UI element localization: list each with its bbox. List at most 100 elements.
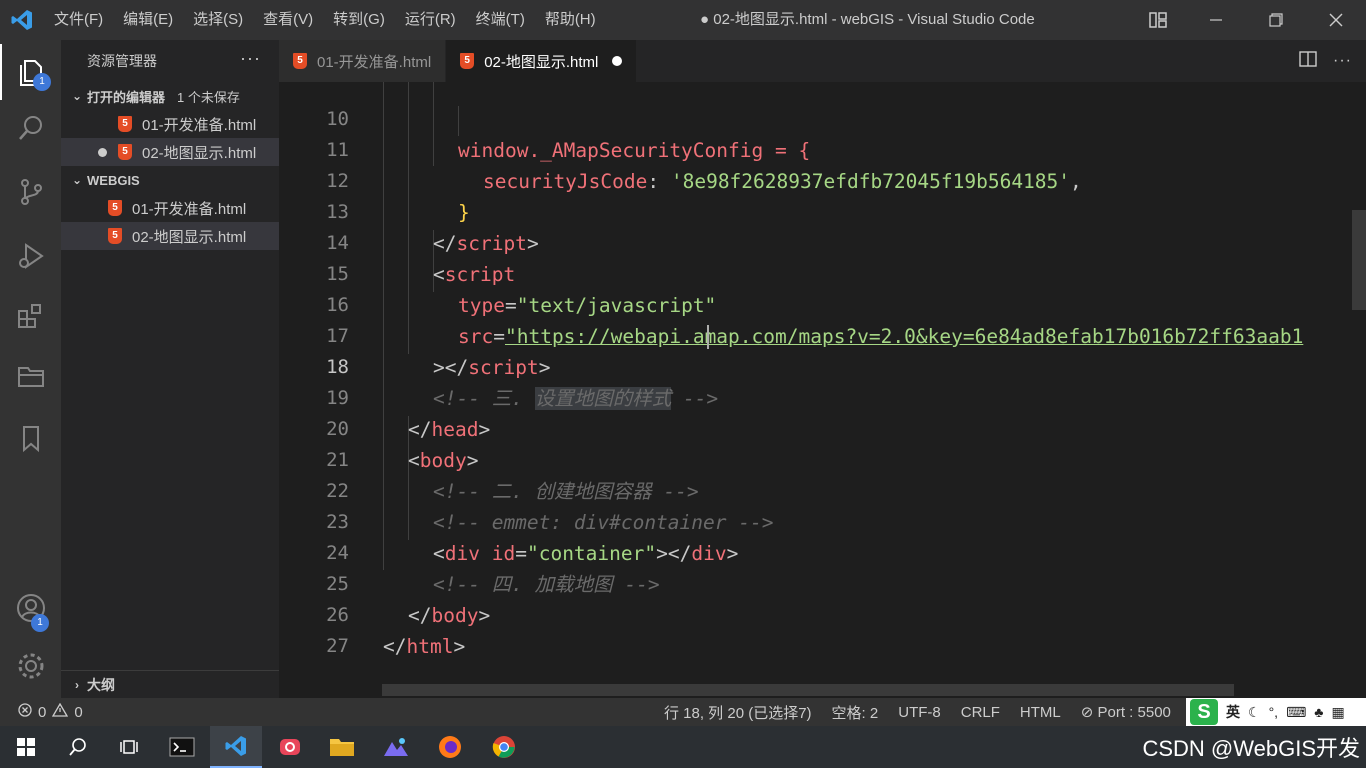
tab-01[interactable]: 5 01-开发准备.html: [279, 40, 447, 82]
split-editor-icon[interactable]: [1299, 50, 1317, 73]
code-line: 11 securityJsCode: '8e98f2628937efdfb720…: [326, 139, 1082, 193]
menu-run[interactable]: 运行(R): [395, 0, 466, 40]
line-ending[interactable]: CRLF: [961, 704, 1000, 721]
menu-edit[interactable]: 编辑(E): [113, 0, 183, 40]
file-name: 01-开发准备.html: [132, 200, 247, 218]
code-line: 12 }: [326, 170, 470, 224]
live-server-port[interactable]: ⊘ Port : 5500: [1081, 703, 1171, 721]
close-icon[interactable]: [1306, 0, 1366, 40]
sogou-logo-icon: S: [1190, 699, 1218, 725]
window-title: ● 02-地图显示.html - webGIS - Visual Studio …: [700, 11, 1035, 28]
indentation[interactable]: 空格: 2: [832, 702, 879, 723]
status-bar: 0 0 行 18, 列 20 (已选择7) 空格: 2 UTF-8 CRLF H…: [0, 698, 1366, 726]
title-bar: 文件(F) 编辑(E) 选择(S) 查看(V) 转到(G) 运行(R) 终端(T…: [0, 0, 1366, 40]
menu-view[interactable]: 查看(V): [253, 0, 323, 40]
ime-language[interactable]: 英: [1226, 702, 1240, 722]
system-tray: CSDN @WebGIS开发: [1142, 726, 1360, 768]
code-line: 20 <body>: [326, 418, 479, 472]
bookmark-icon[interactable]: [0, 410, 61, 466]
explorer-title: 资源管理器: [87, 53, 157, 69]
code-line: 25 </body>: [326, 573, 491, 627]
extensions-icon[interactable]: [0, 288, 61, 344]
menu-help[interactable]: 帮助(H): [535, 0, 606, 40]
accounts-badge: 1: [31, 614, 49, 632]
menu-selection[interactable]: 选择(S): [183, 0, 253, 40]
cursor-position[interactable]: 行 18, 列 20 (已选择7): [664, 702, 812, 723]
user-icon[interactable]: ♣: [1314, 704, 1323, 720]
keyboard-icon[interactable]: ⌨: [1286, 704, 1306, 721]
project-file-item[interactable]: 5 01-开发准备.html: [61, 194, 279, 222]
accounts-icon[interactable]: 1: [0, 580, 61, 636]
menu-bar: 文件(F) 编辑(E) 选择(S) 查看(V) 转到(G) 运行(R) 终端(T…: [44, 0, 606, 40]
code-line: 19 </head>: [326, 387, 491, 441]
code-line: 26 </html>: [326, 604, 466, 658]
project-folder-title: WEBGIS: [87, 172, 140, 188]
task-view-icon[interactable]: [104, 726, 156, 768]
moon-icon[interactable]: ☾: [1248, 704, 1261, 721]
text-cursor: [707, 325, 709, 349]
tab-label: 01-开发准备.html: [317, 53, 432, 71]
explorer-icon[interactable]: 1: [0, 44, 61, 100]
explorer-header: 资源管理器 ···: [61, 40, 279, 82]
language-mode[interactable]: HTML: [1020, 704, 1061, 721]
chevron-down-icon: ⌄: [71, 89, 83, 103]
csdn-watermark: CSDN @WebGIS开发: [1142, 736, 1360, 761]
html5-icon: 5: [460, 53, 475, 69]
problems-indicator[interactable]: 0 0: [18, 698, 83, 726]
minimize-icon[interactable]: [1186, 0, 1246, 40]
open-editor-item[interactable]: 5 01-开发准备.html: [61, 110, 279, 138]
menu-go[interactable]: 转到(G): [323, 0, 395, 40]
settings-gear-icon[interactable]: [0, 638, 61, 694]
outline-section[interactable]: › 大纲: [61, 670, 279, 698]
grid-icon[interactable]: ▦: [1331, 704, 1344, 721]
horizontal-scrollbar[interactable]: [382, 684, 1234, 696]
warning-count: 0: [74, 703, 83, 721]
project-file-item-active[interactable]: 5 02-地图显示.html: [61, 222, 279, 250]
taskbar-search-icon[interactable]: [52, 726, 104, 768]
unsaved-dot-icon[interactable]: [98, 148, 107, 157]
project-folder-section[interactable]: ⌄ WEBGIS: [61, 166, 279, 194]
explorer-sidebar: 资源管理器 ··· ⌄ 打开的编辑器 1 个未保存 5 01-开发准备.html…: [61, 40, 279, 698]
layout-icon[interactable]: [1148, 10, 1168, 30]
file-explorer-app-icon[interactable]: [316, 726, 368, 768]
vertical-scrollbar[interactable]: [1352, 210, 1366, 310]
code-line-active: 18 <!-- 三. 设置地图的样式 -->: [326, 356, 719, 410]
chrome-app-icon[interactable]: [478, 726, 530, 768]
encoding[interactable]: UTF-8: [898, 704, 941, 721]
firefox-app-icon[interactable]: [424, 726, 476, 768]
outline-title: 大纲: [87, 676, 115, 693]
more-actions-icon[interactable]: ···: [1333, 52, 1352, 70]
run-debug-icon[interactable]: [0, 228, 61, 284]
code-line: 22 <!-- emmet: div#container -->: [326, 480, 774, 534]
vscode-logo-icon: [0, 0, 44, 40]
unsaved-dot-icon[interactable]: [612, 56, 623, 66]
tab-02-active[interactable]: 5 02-地图显示.html: [446, 40, 638, 82]
search-icon[interactable]: [0, 100, 61, 156]
punctuation-icon[interactable]: °,: [1269, 704, 1279, 720]
code-line: 16 src="https://webapi.amap.com/maps?v=2…: [326, 294, 1304, 348]
activity-bar: 1 1: [0, 40, 61, 698]
vscode-app-icon[interactable]: [210, 726, 262, 768]
windows-start-icon[interactable]: [0, 726, 52, 768]
ime-toolbar[interactable]: S 英 ☾ °, ⌨ ♣ ▦: [1186, 698, 1366, 726]
open-editors-title: 打开的编辑器: [87, 89, 166, 105]
photos-app-icon[interactable]: [370, 726, 422, 768]
more-actions-icon[interactable]: ···: [240, 48, 261, 69]
code-line: 10 window._AMapSecurityConfig = {: [326, 108, 811, 162]
open-editor-item-active[interactable]: 5 02-地图显示.html: [61, 138, 279, 166]
code-line: 15 type="text/javascript": [326, 263, 717, 317]
chevron-right-icon: ›: [75, 677, 79, 692]
code-line: 13 </script>: [326, 201, 539, 255]
menu-file[interactable]: 文件(F): [44, 0, 113, 40]
terminal-app-icon[interactable]: [156, 726, 208, 768]
screen-recorder-app-icon[interactable]: [264, 726, 316, 768]
menu-terminal[interactable]: 终端(T): [466, 0, 535, 40]
code-editor[interactable]: 10 window._AMapSecurityConfig = { 11 sec…: [279, 82, 1366, 698]
open-editors-section[interactable]: ⌄ 打开的编辑器 1 个未保存: [61, 82, 279, 110]
code-line: 24 <!-- 四. 加载地图 -->: [326, 542, 660, 596]
restore-icon[interactable]: [1246, 0, 1306, 40]
html5-icon: 5: [118, 116, 132, 132]
source-control-icon[interactable]: [0, 164, 61, 220]
file-name: 02-地图显示.html: [142, 144, 257, 162]
folder-icon[interactable]: [0, 348, 61, 404]
